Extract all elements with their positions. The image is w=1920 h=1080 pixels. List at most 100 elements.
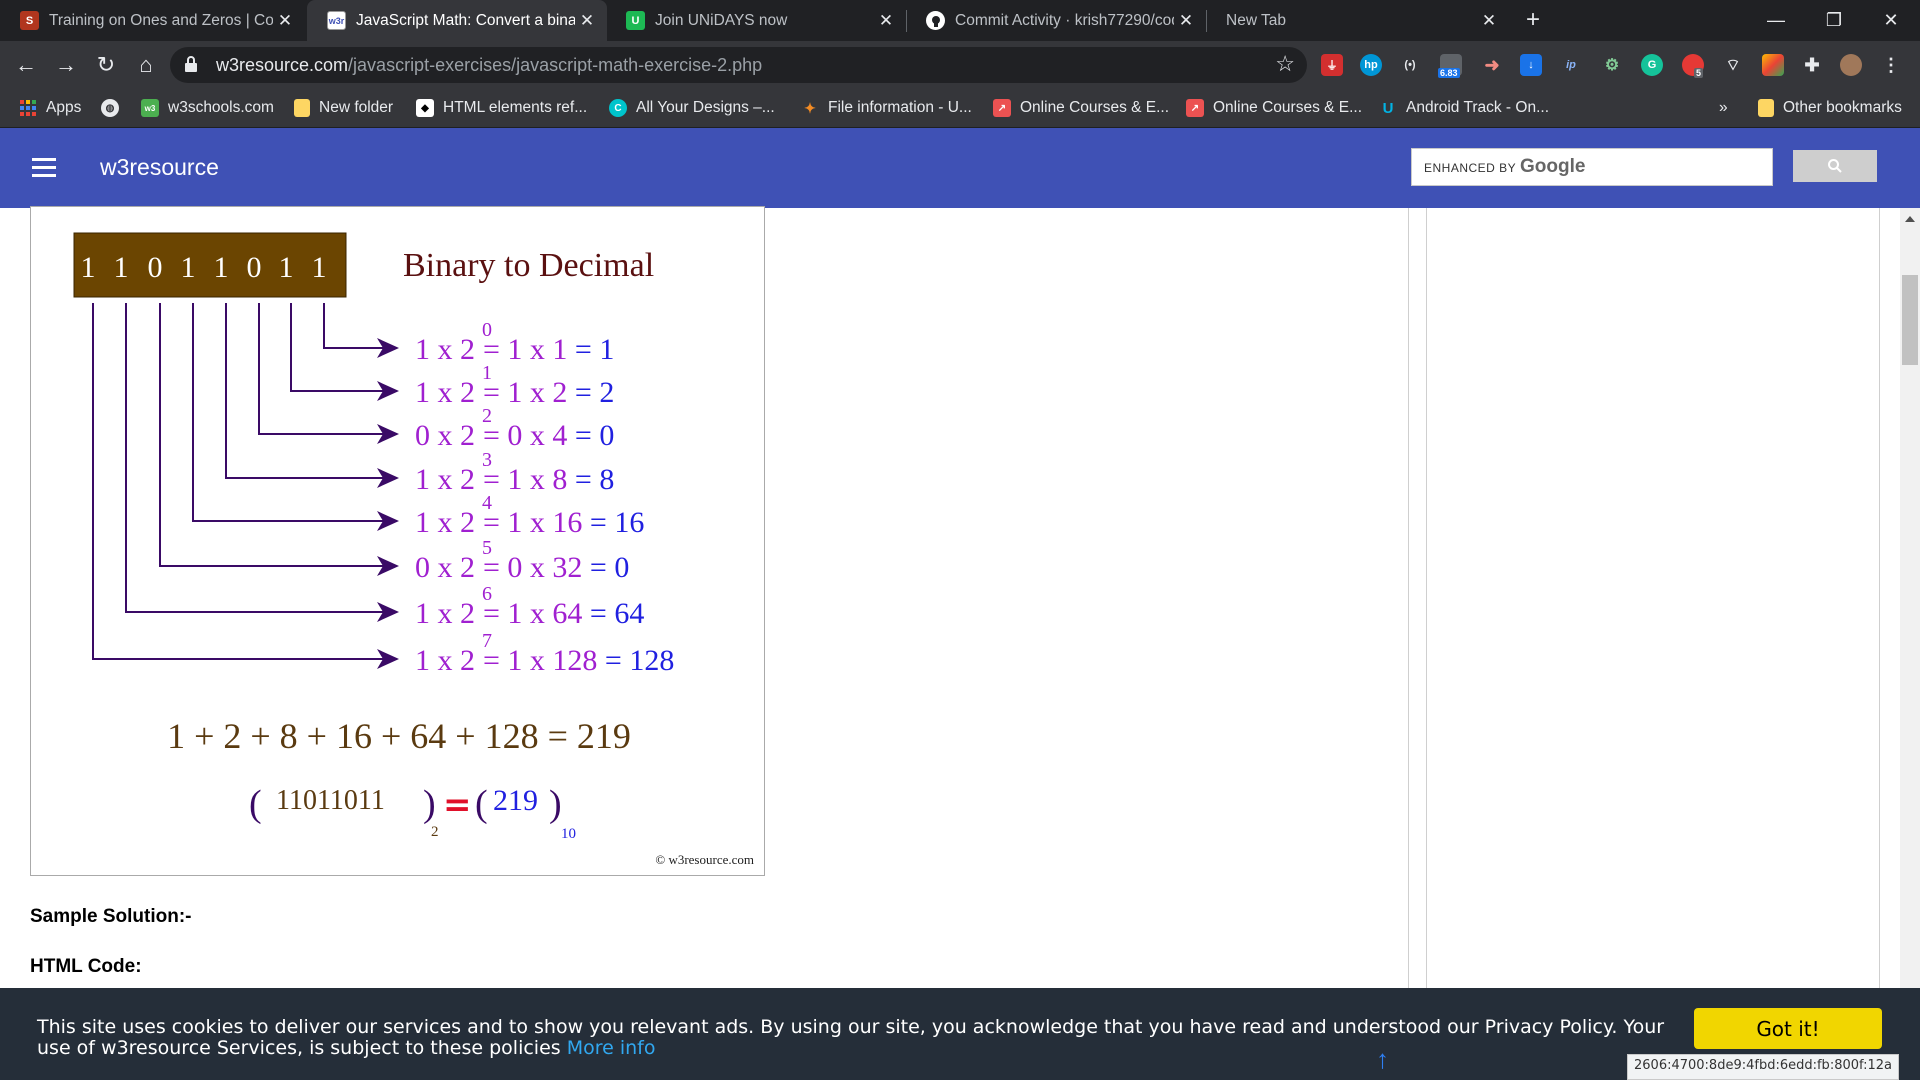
ip-extension-icon[interactable]: ip — [1560, 54, 1582, 76]
bookmark-new-folder[interactable]: New folder — [294, 96, 393, 120]
page-content: 1 1 0 1 1 0 1 1 Binary to Decimal 1 x 2 0 = 1 x 1 =… — [0, 206, 1900, 988]
tab-w3resource[interactable]: w3r JavaScript Math: Convert a binary ✕ — [307, 0, 607, 41]
right-sidebar — [1426, 208, 1880, 988]
w3schools-icon: w3 — [141, 99, 159, 117]
minimize-button[interactable]: — — [1747, 0, 1805, 41]
arrow-line — [92, 303, 399, 669]
search-icon — [1828, 159, 1842, 173]
close-icon[interactable]: ✕ — [273, 11, 297, 31]
cookie-text: This site uses cookies to deliver our se… — [37, 1016, 1665, 1059]
binary-digit: 1 — [214, 251, 229, 284]
bit-times-two: 0 x 2 — [415, 419, 475, 452]
bookmark-html-elements[interactable]: ◆ HTML elements ref... — [416, 96, 587, 120]
search-input[interactable]: ENHANCED BY Google — [1411, 148, 1773, 186]
extension-badge: 5 — [1694, 68, 1704, 78]
arrow-line — [258, 303, 399, 444]
avatar[interactable] — [1840, 54, 1862, 76]
wifi-extension-icon[interactable]: ⌔ — [1722, 54, 1744, 76]
scrollbar-thumb[interactable] — [1902, 275, 1918, 365]
tab-unidays[interactable]: U Join UNiDAYS now ✕ — [606, 0, 906, 41]
adblock-extension-icon[interactable]: 5 — [1682, 54, 1704, 78]
tab-new-tab[interactable]: New Tab ✕ — [1206, 0, 1509, 41]
bookmark-udemy-1[interactable]: ↗ Online Courses & E... — [993, 96, 1169, 120]
bit-times-two: 1 x 2 — [415, 506, 475, 539]
cookie-message: This site uses cookies to deliver our se… — [37, 1017, 1677, 1059]
binary-digit: 1 — [181, 251, 196, 284]
bookmark-android-track[interactable]: U Android Track - On... — [1379, 96, 1549, 120]
canva-icon: C — [609, 99, 627, 117]
lock-icon — [185, 56, 197, 72]
tab-codewars[interactable]: S Training on Ones and Zeros | Co ✕ — [0, 0, 305, 41]
restore-button[interactable]: ❐ — [1805, 0, 1863, 41]
more-info-link[interactable]: More info — [567, 1037, 656, 1059]
binary-digit: 0 — [247, 251, 262, 284]
figure-copyright: © w3resource.com — [655, 852, 754, 867]
download-extension-icon[interactable]: ↓ — [1520, 54, 1542, 76]
cast-extension-icon[interactable]: (•) — [1399, 54, 1421, 76]
bookmark-label: HTML elements ref... — [443, 99, 588, 116]
forward-button[interactable]: → — [50, 49, 82, 81]
search-button[interactable] — [1793, 150, 1877, 182]
hp-extension-icon[interactable]: hp — [1360, 54, 1382, 76]
pdf-extension-icon[interactable]: ⏚ — [1321, 54, 1343, 76]
power-expression: = 1 x 64 = 64 — [483, 597, 644, 630]
color-extension-icon[interactable] — [1762, 54, 1784, 76]
address-bar[interactable]: w3resource.com/javascript-exercises/java… — [170, 47, 1307, 83]
bookmark-label: Apps — [46, 99, 82, 116]
bookmark-label: Online Courses & E... — [1213, 99, 1363, 116]
binary-digit: 1 — [81, 251, 96, 284]
close-icon[interactable]: ✕ — [575, 11, 599, 31]
close-icon[interactable]: ✕ — [874, 11, 898, 31]
binary-to-decimal-figure: 1 1 0 1 1 0 1 1 Binary to Decimal 1 x 2 0 = 1 x 1 =… — [30, 206, 765, 876]
bookmark-canva[interactable]: C All Your Designs –... — [609, 96, 775, 120]
bookmark-label: w3schools.com — [168, 99, 274, 116]
mdn-icon: ◆ — [416, 99, 434, 117]
github-icon — [926, 11, 945, 30]
globe-icon: ◍ — [101, 99, 119, 117]
close-icon[interactable]: ✕ — [1174, 11, 1198, 31]
hamburger-menu-icon[interactable] — [32, 158, 56, 178]
new-tab-button[interactable]: + — [1519, 6, 1547, 34]
folder-icon — [294, 99, 310, 117]
binary-digit: 0 — [148, 251, 163, 284]
bookmark-file-information[interactable]: ✦ File information - U... — [801, 96, 972, 120]
bookmark-w3schools[interactable]: w3 w3schools.com — [141, 96, 274, 120]
bookmark-label: Online Courses & E... — [1020, 99, 1170, 116]
close-window-button[interactable]: ✕ — [1862, 0, 1920, 41]
bookmark-other[interactable]: Other bookmarks — [1758, 96, 1902, 120]
bookmark-globe[interactable]: ◍ — [101, 96, 128, 120]
status-bar-ip: 2606:4700:8de9:4fbd:6edd:fb:800f:12a — [1627, 1054, 1900, 1080]
reload-button[interactable]: ↻ — [90, 49, 122, 81]
grammarly-icon[interactable]: G — [1641, 54, 1663, 76]
weather-extension-icon[interactable]: 6.83 — [1438, 54, 1462, 78]
main-column-border — [1408, 208, 1409, 988]
bookmark-label: New folder — [319, 99, 394, 116]
browser-toolbar: ← → ↻ ⌂ w3resource.com/javascript-exerci… — [0, 41, 1920, 88]
power-expression: = 1 x 8 = 8 — [483, 463, 614, 496]
got-it-button[interactable]: Got it! — [1694, 1008, 1882, 1049]
cookie-banner: This site uses cookies to deliver our se… — [0, 988, 1920, 1080]
w3resource-icon: w3r — [327, 11, 346, 30]
extensions-puzzle-icon[interactable]: ✚ — [1801, 54, 1823, 76]
site-logo-text[interactable]: w3resource — [100, 154, 219, 181]
sample-solution-heading: Sample Solution:- — [30, 906, 192, 927]
udemy-icon: ↗ — [993, 99, 1011, 117]
settings-extension-icon[interactable]: ⚙ — [1601, 54, 1623, 76]
star-icon[interactable]: ☆ — [1275, 51, 1295, 77]
close-icon[interactable]: ✕ — [1477, 11, 1501, 31]
bookmark-udemy-2[interactable]: ↗ Online Courses & E... — [1186, 96, 1362, 120]
home-button[interactable]: ⌂ — [130, 49, 162, 81]
scroll-up-icon[interactable] — [1905, 216, 1915, 222]
scrollbar[interactable] — [1900, 208, 1920, 988]
scroll-to-top-icon[interactable]: ↑ — [1376, 1044, 1389, 1075]
close-paren: ) — [423, 783, 436, 825]
apps-grid-icon — [19, 99, 37, 117]
arrow-extension-icon[interactable]: ➜ — [1481, 54, 1503, 76]
back-button[interactable]: ← — [10, 49, 42, 81]
bookmark-apps[interactable]: Apps — [19, 96, 81, 120]
menu-kebab-icon[interactable]: ⋮ — [1880, 54, 1902, 76]
unidays-icon: U — [626, 11, 645, 30]
tab-github[interactable]: Commit Activity · krish77290/cod ✕ — [906, 0, 1206, 41]
bookmark-label: Other bookmarks — [1783, 99, 1902, 116]
bookmarks-overflow-button[interactable]: » — [1719, 96, 1728, 120]
